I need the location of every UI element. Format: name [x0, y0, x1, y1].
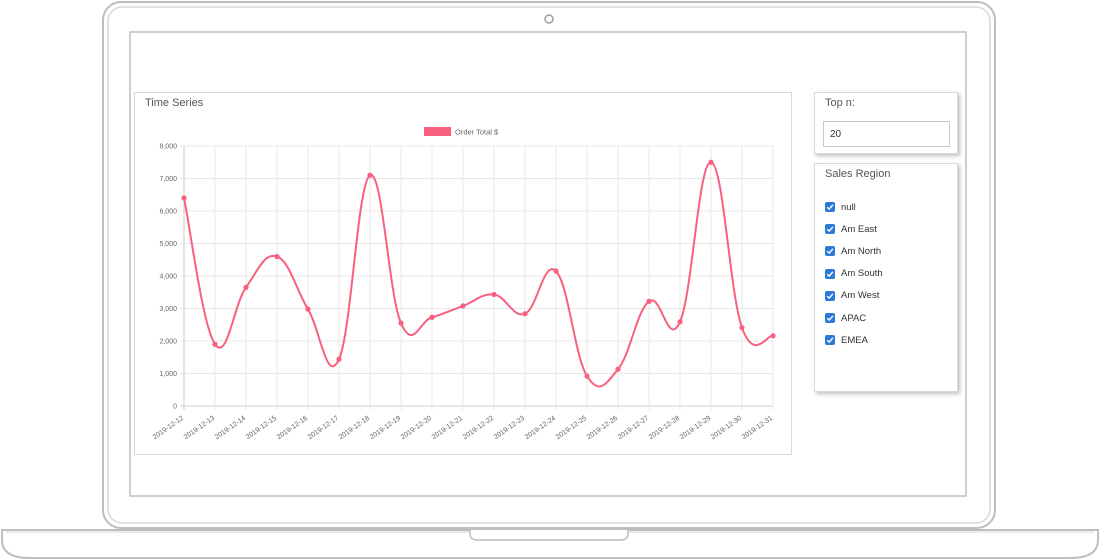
sales-region-item[interactable]: null: [825, 196, 883, 218]
checkbox-checked-icon[interactable]: [825, 268, 835, 279]
x-tick-label: 2019-12-22: [462, 415, 495, 441]
data-point: [491, 291, 497, 298]
x-tick-label: 2019-12-21: [431, 415, 464, 441]
data-point: [336, 356, 342, 362]
x-tick-label: 2019-12-27: [617, 415, 650, 441]
data-point: [181, 195, 187, 201]
data-point: [677, 319, 683, 325]
y-tick-label: 0: [173, 404, 177, 411]
topn-label: Top n:: [825, 97, 855, 109]
sales-region-label: null: [841, 201, 856, 213]
data-point: [460, 303, 466, 309]
data-point: [274, 253, 280, 260]
x-tick-label: 2019-12-25: [555, 415, 588, 441]
x-tick-label: 2019-12-26: [586, 415, 619, 441]
laptop-frame: Time Series 0 1,000 2,000 3,000 4,000 5,000 6,…: [0, 0, 1100, 560]
x-tick-label: 2019-12-15: [245, 415, 278, 441]
sales-region-label: EMEA: [841, 334, 868, 346]
data-point: [739, 325, 745, 331]
topn-input[interactable]: [823, 121, 950, 147]
data-point: [305, 306, 311, 312]
x-tick-label: 2019-12-14: [214, 415, 247, 441]
topn-panel: Top n:: [814, 92, 958, 154]
x-tick-label: 2019-12-29: [679, 415, 712, 441]
y-tick-label: 1,000: [159, 371, 177, 378]
y-tick-label: 3,000: [159, 306, 177, 313]
y-tick-label: 5,000: [159, 241, 177, 248]
x-tick-label: 2019-12-19: [369, 415, 402, 441]
data-point: [770, 333, 776, 339]
x-tick-label: 2019-12-18: [338, 415, 371, 441]
x-tick-label: 2019-12-17: [307, 415, 340, 441]
app-screen: Time Series 0 1,000 2,000 3,000 4,000 5,000 6,…: [131, 33, 965, 495]
data-point: [243, 284, 249, 290]
checkbox-checked-icon[interactable]: [825, 313, 835, 324]
data-point: [522, 311, 528, 317]
sales-region-label: APAC: [841, 312, 867, 324]
x-tick-label: 2019-12-20: [400, 415, 433, 441]
sales-region-label: Am East: [841, 223, 877, 235]
x-tick-label: 2019-12-30: [710, 415, 743, 441]
sales-region-label: Am West: [841, 290, 880, 302]
data-point: [584, 373, 590, 379]
x-tick-label: 2019-12-13: [183, 415, 216, 441]
sales-region-title: Sales Region: [825, 168, 891, 180]
legend-label: Order Total $: [455, 128, 499, 137]
y-tick-label: 2,000: [159, 339, 177, 346]
x-tick-label: 2019-12-23: [493, 415, 526, 441]
data-point: [708, 159, 714, 165]
data-point: [615, 366, 621, 372]
sales-region-item[interactable]: EMEA: [825, 329, 883, 351]
data-point: [646, 298, 652, 304]
x-tick-label: 2019-12-16: [276, 415, 309, 441]
sales-region-list: null Am East Am North Am South Am West APAC EM…: [825, 196, 883, 351]
timeseries-chart: 0 1,000 2,000 3,000 4,000 5,000 6,000 7,000 8,00…: [152, 127, 776, 441]
sales-region-label: Am North: [841, 245, 882, 257]
sales-region-label: Am South: [841, 268, 883, 280]
checkbox-checked-icon[interactable]: [825, 335, 835, 346]
sales-region-item[interactable]: Am West: [825, 285, 883, 307]
y-tick-label: 4,000: [159, 274, 177, 281]
data-point: [367, 172, 373, 178]
sales-region-panel: Sales Region null Am East Am North Am South…: [814, 163, 958, 392]
data-point: [429, 314, 435, 320]
x-tick-label: 2019-12-28: [648, 415, 681, 441]
series-line: [183, 161, 774, 388]
checkbox-checked-icon[interactable]: [825, 224, 835, 235]
checkbox-checked-icon[interactable]: [825, 246, 835, 257]
x-tick-label: 2019-12-31: [741, 415, 774, 441]
checkbox-checked-icon[interactable]: [825, 202, 835, 213]
y-tick-label: 7,000: [159, 176, 177, 183]
sales-region-item[interactable]: Am East: [825, 218, 883, 240]
y-tick-label: 8,000: [159, 144, 177, 151]
sales-region-item[interactable]: APAC: [825, 307, 883, 329]
x-tick-label: 2019-12-12: [152, 415, 185, 441]
data-point: [398, 320, 404, 326]
data-point: [212, 341, 218, 347]
y-tick-label: 6,000: [159, 209, 177, 216]
sales-region-item[interactable]: Am North: [825, 240, 883, 262]
sales-region-item[interactable]: Am South: [825, 263, 883, 285]
data-point: [553, 268, 559, 274]
x-tick-label: 2019-12-24: [524, 415, 557, 441]
legend-swatch: [424, 127, 451, 136]
checkbox-checked-icon[interactable]: [825, 290, 835, 301]
timeseries-panel: Time Series 0 1,000 2,000 3,000 4,000 5,000 6,…: [134, 92, 792, 455]
